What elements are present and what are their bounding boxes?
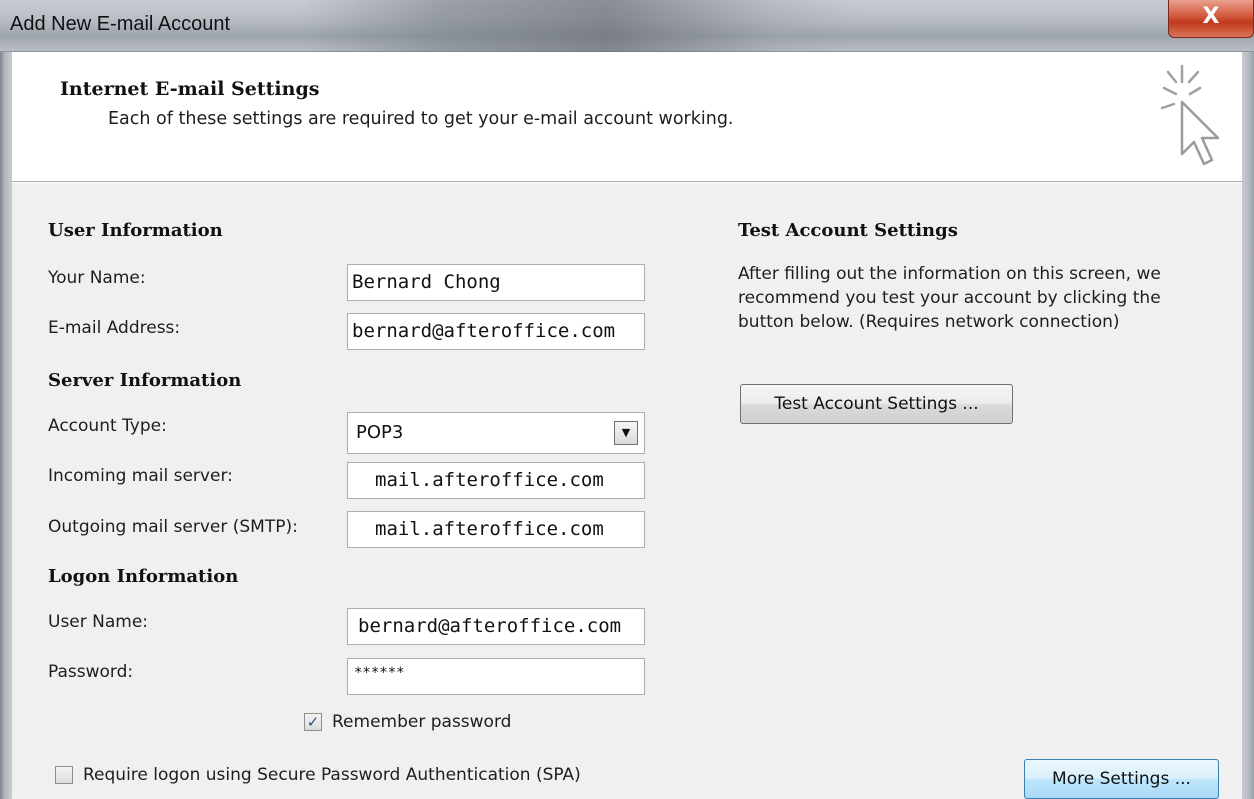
server-info-heading: Server Information [48,370,242,391]
your-name-input[interactable]: Bernard Chong [347,264,645,301]
logon-info-heading: Logon Information [48,566,239,587]
window-frame-left [0,52,12,799]
outgoing-server-input[interactable]: mail.afteroffice.com [347,511,645,548]
spa-label[interactable]: Require logon using Secure Password Auth… [83,765,581,785]
title-bar-glass [300,0,860,52]
close-icon: X [1202,4,1220,29]
account-type-select[interactable]: POP3 ▼ [347,412,645,454]
spa-checkbox[interactable] [55,766,73,784]
incoming-server-label: Incoming mail server: [48,466,233,486]
remember-password-label[interactable]: Remember password [332,712,511,732]
checkmark-icon: ✓ [306,713,320,731]
account-type-value: POP3 [356,422,404,443]
test-settings-description: After filling out the information on thi… [738,264,1161,332]
more-settings-button[interactable]: More Settings ... [1024,759,1219,799]
window-title: Add New E-mail Account [10,13,231,35]
user-name-label: User Name: [48,612,149,632]
title-bar: Add New E-mail Account X [0,0,1254,52]
close-button[interactable]: X [1168,0,1254,38]
email-address-label: E-mail Address: [48,318,181,338]
your-name-label: Your Name: [48,268,146,288]
user-info-heading: User Information [48,220,223,241]
test-settings-heading: Test Account Settings [738,220,958,241]
window-frame-right [1242,52,1254,799]
email-address-input[interactable]: bernard@afteroffice.com [347,313,645,350]
remember-password-checkbox[interactable]: ✓ [304,713,322,731]
test-account-settings-button[interactable]: Test Account Settings ... [740,384,1013,424]
dropdown-arrow-icon[interactable]: ▼ [614,421,638,445]
account-type-label: Account Type: [48,416,167,436]
password-label: Password: [48,662,134,682]
incoming-server-input[interactable]: mail.afteroffice.com [347,462,645,499]
outgoing-server-label: Outgoing mail server (SMTP): [48,517,298,537]
password-input[interactable]: ****** [347,658,645,695]
wizard-cursor-icon [1160,64,1220,166]
header-subtitle: Each of these settings are required to g… [108,109,734,129]
header-title: Internet E-mail Settings [60,78,320,100]
user-name-input[interactable]: bernard@afteroffice.com [347,608,645,645]
wizard-header: Internet E-mail Settings Each of these s… [12,52,1242,182]
